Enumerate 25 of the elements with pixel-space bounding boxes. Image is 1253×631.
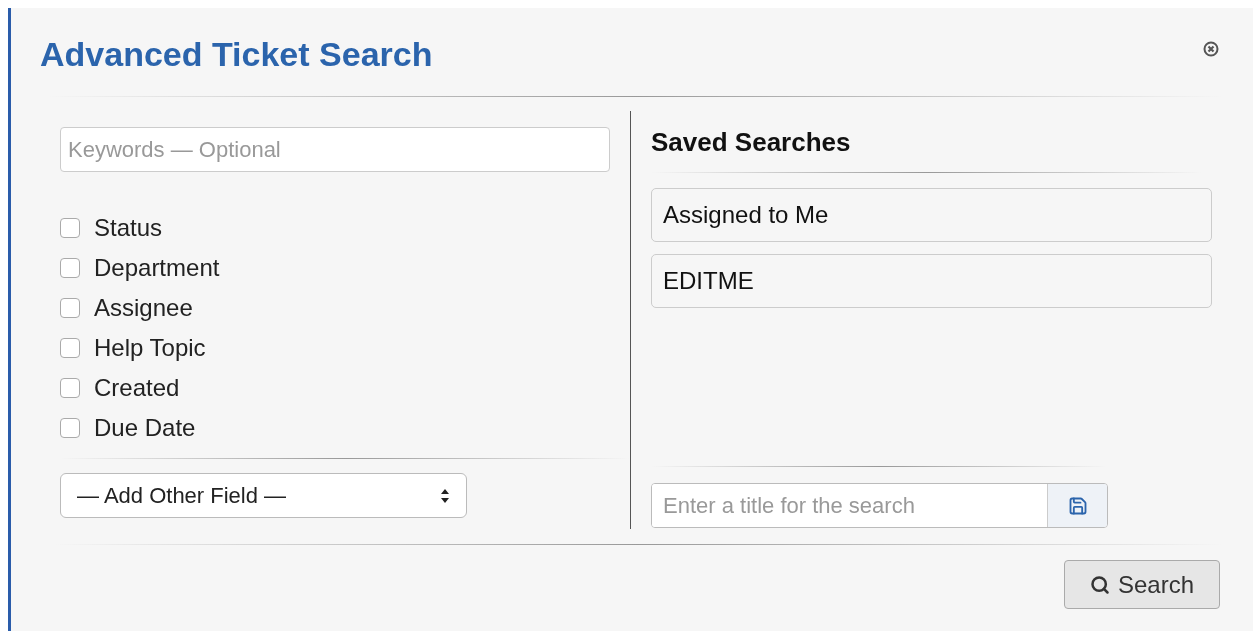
search-button[interactable]: Search bbox=[1064, 560, 1220, 609]
checkbox[interactable] bbox=[60, 218, 80, 238]
field-label: Created bbox=[94, 373, 180, 403]
checkbox[interactable] bbox=[60, 378, 80, 398]
checkbox[interactable] bbox=[60, 418, 80, 438]
checkbox[interactable] bbox=[60, 298, 80, 318]
saved-searches-heading: Saved Searches bbox=[651, 126, 852, 157]
field-label: Due Date bbox=[94, 413, 196, 443]
dialog-title: Advanced Ticket Search bbox=[40, 33, 433, 75]
field-label: Department bbox=[94, 253, 220, 283]
field-label: Assignee bbox=[94, 293, 193, 323]
saved-search-item[interactable]: EDITME bbox=[651, 254, 1212, 308]
field-label: Status bbox=[94, 213, 163, 243]
field-label: Help Topic bbox=[94, 333, 206, 363]
save-button[interactable] bbox=[1047, 484, 1107, 527]
keywords-field[interactable]: Keywords — Optional bbox=[60, 127, 610, 172]
search-title-field[interactable]: Enter a title for the search bbox=[651, 483, 1108, 528]
checkbox[interactable] bbox=[60, 258, 80, 278]
checkbox[interactable] bbox=[60, 338, 80, 358]
add-field-select[interactable]: — Add Other Field — bbox=[60, 473, 467, 518]
save-icon bbox=[1067, 495, 1088, 516]
close-icon[interactable] bbox=[1203, 41, 1219, 57]
search-icon bbox=[1089, 574, 1110, 595]
updown-icon bbox=[440, 487, 450, 504]
saved-search-item[interactable]: Assigned to Me bbox=[651, 188, 1212, 242]
